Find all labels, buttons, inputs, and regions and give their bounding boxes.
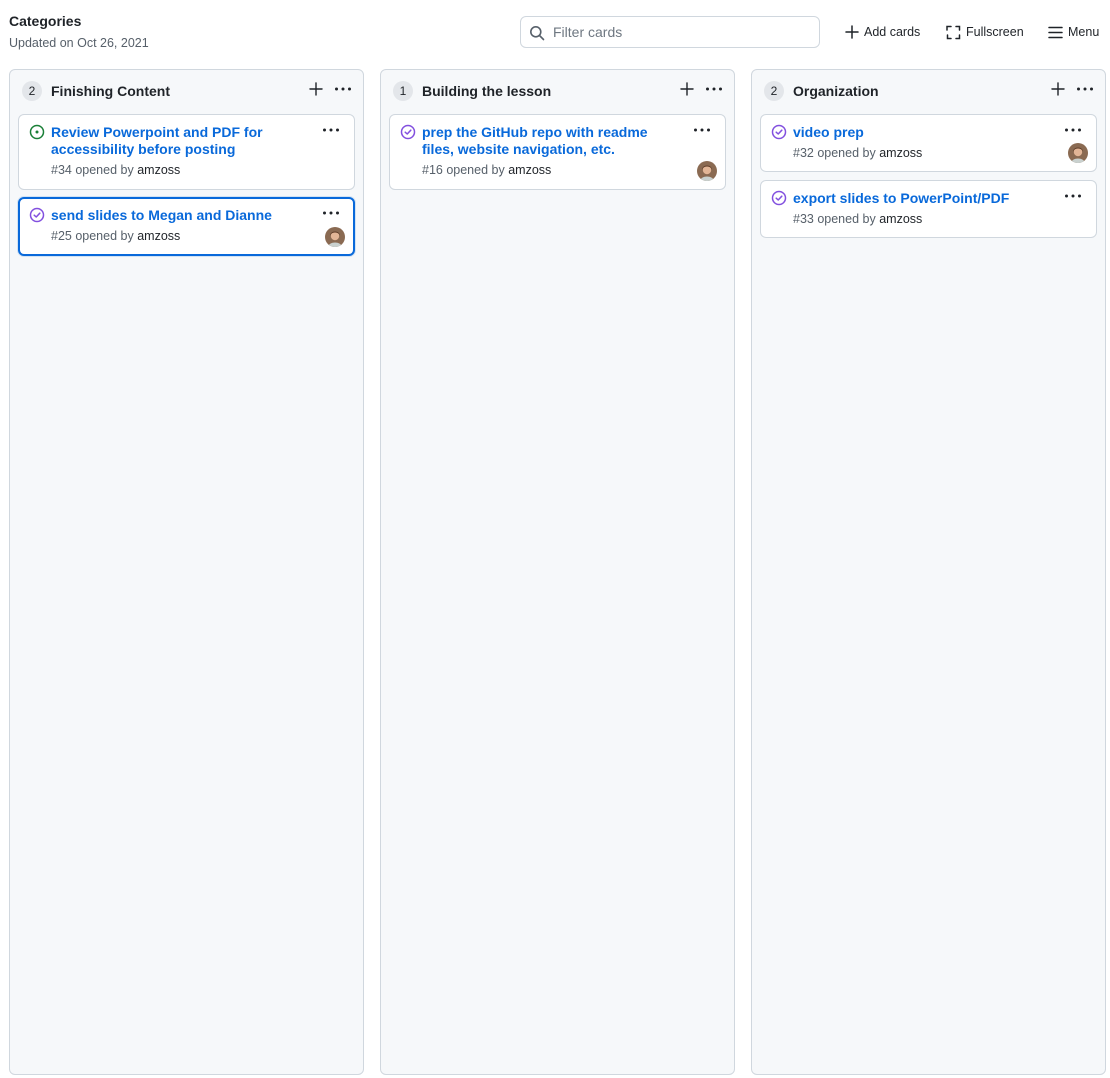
issue-author-link[interactable]: amzoss <box>137 229 180 243</box>
page-title: Categories <box>9 13 82 29</box>
issue-closed-icon <box>400 124 416 140</box>
column-card-count: 2 <box>22 81 42 101</box>
column-header: 2 Organization <box>752 70 1105 112</box>
plus-icon <box>845 25 859 39</box>
add-card-plus-icon[interactable] <box>309 82 323 96</box>
issue-author-link[interactable]: amzoss <box>137 163 180 177</box>
hamburger-menu-icon <box>1048 26 1063 38</box>
issue-card[interactable]: export slides to PowerPoint/PDF #33 open… <box>760 180 1097 238</box>
issue-title-link[interactable]: Review Powerpoint and PDF for accessibil… <box>51 124 301 158</box>
card-more-options-icon[interactable] <box>322 123 340 137</box>
issue-meta: #16 opened by amzoss <box>422 163 551 177</box>
assignee-avatar[interactable] <box>697 161 717 181</box>
assignee-avatar[interactable] <box>1068 143 1088 163</box>
issue-title-link[interactable]: export slides to PowerPoint/PDF <box>793 190 1043 207</box>
project-header: Categories Updated on Oct 26, 2021 Add c… <box>0 0 1110 60</box>
menu-label: Menu <box>1068 25 1100 39</box>
issue-author-link[interactable]: amzoss <box>879 212 922 226</box>
card-more-options-icon[interactable] <box>1064 189 1082 203</box>
column-more-options-icon[interactable] <box>1076 82 1094 96</box>
column-building-the-lesson: 1 Building the lesson prep the GitHub re… <box>380 69 735 1075</box>
issue-number-text: #32 opened by <box>793 146 880 160</box>
issue-closed-icon <box>771 190 787 206</box>
assignee-avatar[interactable] <box>325 227 345 247</box>
issue-title-link[interactable]: prep the GitHub repo with readme files, … <box>422 124 672 158</box>
issue-number-text: #34 opened by <box>51 163 138 177</box>
issue-closed-icon <box>771 124 787 140</box>
issue-card[interactable]: video prep #32 opened by amzoss <box>760 114 1097 172</box>
add-cards-label: Add cards <box>864 25 921 39</box>
column-card-count: 2 <box>764 81 784 101</box>
column-header: 2 Finishing Content <box>10 70 363 112</box>
search-icon <box>530 26 545 41</box>
issue-meta: #25 opened by amzoss <box>51 229 180 243</box>
issue-author-link[interactable]: amzoss <box>508 163 551 177</box>
column-card-count: 1 <box>393 81 413 101</box>
issue-number-text: #25 opened by <box>51 229 138 243</box>
issue-title-link[interactable]: send slides to Megan and Dianne <box>51 207 301 224</box>
column-more-options-icon[interactable] <box>705 82 723 96</box>
menu-button[interactable]: Menu <box>1048 22 1099 42</box>
issue-card[interactable]: prep the GitHub repo with readme files, … <box>389 114 726 190</box>
add-card-plus-icon[interactable] <box>680 82 694 96</box>
add-card-plus-icon[interactable] <box>1051 82 1065 96</box>
column-finishing-content: 2 Finishing Content Review Powerpoint an… <box>9 69 364 1075</box>
card-more-options-icon[interactable] <box>1064 123 1082 137</box>
issue-number-text: #16 opened by <box>422 163 509 177</box>
issue-title-link[interactable]: video prep <box>793 124 1043 141</box>
filter-cards-input[interactable] <box>553 18 813 46</box>
issue-opened-icon <box>29 124 45 140</box>
card-more-options-icon[interactable] <box>322 206 340 220</box>
issue-closed-icon <box>29 207 45 223</box>
card-more-options-icon[interactable] <box>693 123 711 137</box>
updated-timestamp: Updated on Oct 26, 2021 <box>9 36 149 50</box>
add-cards-button[interactable]: Add cards <box>845 22 920 42</box>
issue-card-selected[interactable]: send slides to Megan and Dianne #25 open… <box>18 197 355 256</box>
column-title: Building the lesson <box>422 83 552 99</box>
column-title: Organization <box>793 83 879 99</box>
issue-author-link[interactable]: amzoss <box>879 146 922 160</box>
issue-card[interactable]: Review Powerpoint and PDF for accessibil… <box>18 114 355 190</box>
fullscreen-label: Fullscreen <box>966 25 1024 39</box>
issue-meta: #32 opened by amzoss <box>793 146 922 160</box>
column-more-options-icon[interactable] <box>334 82 352 96</box>
column-organization: 2 Organization video prep #32 opened by … <box>751 69 1106 1075</box>
issue-number-text: #33 opened by <box>793 212 880 226</box>
issue-meta: #34 opened by amzoss <box>51 163 180 177</box>
fullscreen-button[interactable]: Fullscreen <box>946 22 1024 42</box>
column-header: 1 Building the lesson <box>381 70 734 112</box>
column-title: Finishing Content <box>51 83 170 99</box>
fullscreen-icon <box>946 25 961 39</box>
issue-meta: #33 opened by amzoss <box>793 212 922 226</box>
filter-cards-search[interactable] <box>520 16 820 48</box>
